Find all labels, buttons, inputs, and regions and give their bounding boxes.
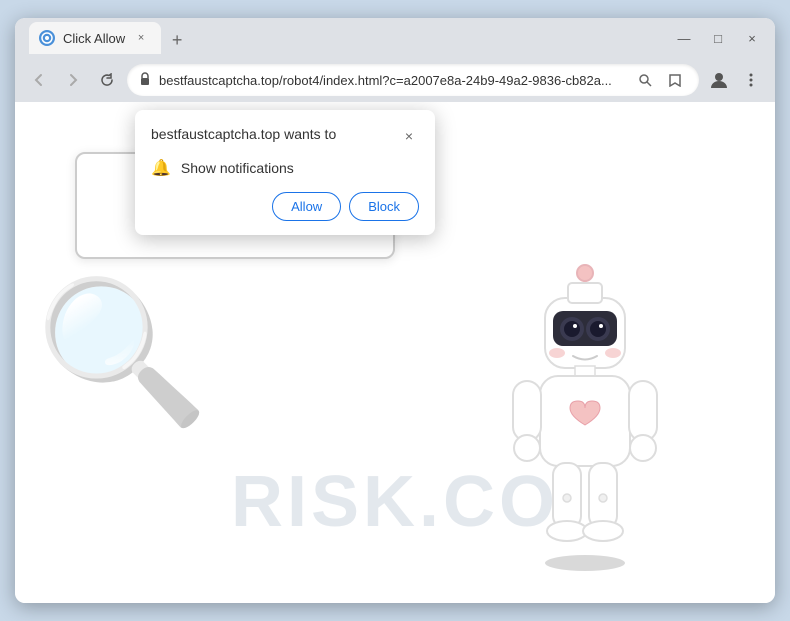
new-tab-button[interactable]: + xyxy=(163,26,191,54)
maximize-button[interactable]: □ xyxy=(705,25,731,51)
address-bar[interactable]: bestfaustcaptcha.top/robot4/index.html?c… xyxy=(127,64,699,96)
back-button[interactable] xyxy=(25,66,53,94)
tab-close-button[interactable]: × xyxy=(133,30,149,46)
nav-right-icons xyxy=(705,66,765,94)
popup-buttons: Allow Block xyxy=(151,192,419,221)
block-button[interactable]: Block xyxy=(349,192,419,221)
notification-popup: bestfaustcaptcha.top wants to × 🔔 Show n… xyxy=(135,110,435,235)
popup-header: bestfaustcaptcha.top wants to × xyxy=(151,126,419,146)
permission-text: Show notifications xyxy=(181,160,294,176)
window-close-button[interactable]: × xyxy=(739,25,765,51)
bookmark-icon-btn[interactable] xyxy=(663,68,687,92)
forward-button[interactable] xyxy=(59,66,87,94)
popup-title: bestfaustcaptcha.top wants to xyxy=(151,126,336,142)
window-controls: — □ × xyxy=(671,25,765,51)
magnifier-watermark: 🔍 xyxy=(35,271,209,435)
popup-permission-row: 🔔 Show notifications xyxy=(151,158,419,178)
tab-favicon xyxy=(39,30,55,46)
refresh-button[interactable] xyxy=(93,66,121,94)
nav-bar: bestfaustcaptcha.top/robot4/index.html?c… xyxy=(15,58,775,102)
page-content: 🔍 RISK.CO CLICK «ALLOW» TO CONFIRM THAT … xyxy=(15,102,775,603)
search-icon-btn[interactable] xyxy=(633,68,657,92)
chrome-menu-button[interactable] xyxy=(737,66,765,94)
title-bar: Click Allow × + — □ × xyxy=(15,18,775,58)
browser-window: Click Allow × + — □ × xyxy=(15,18,775,603)
bell-icon: 🔔 xyxy=(151,158,171,178)
address-bar-icons xyxy=(633,68,687,92)
minimize-button[interactable]: — xyxy=(671,25,697,51)
popup-close-button[interactable]: × xyxy=(399,126,419,146)
robot-illustration xyxy=(475,253,695,573)
allow-button[interactable]: Allow xyxy=(272,192,341,221)
url-text: bestfaustcaptcha.top/robot4/index.html?c… xyxy=(159,73,625,88)
lock-icon xyxy=(139,72,151,89)
profile-button[interactable] xyxy=(705,66,733,94)
tab-area: Click Allow × + xyxy=(25,22,663,54)
active-tab[interactable]: Click Allow × xyxy=(29,22,161,54)
tab-title: Click Allow xyxy=(63,31,125,46)
